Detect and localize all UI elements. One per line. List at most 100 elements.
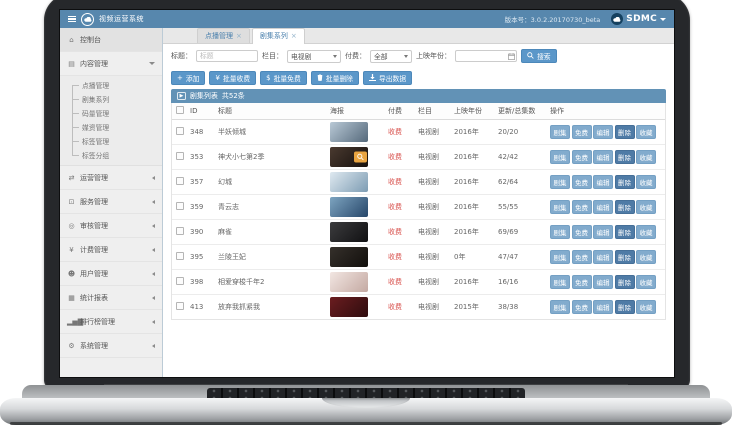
poster-thumbnail[interactable] bbox=[330, 222, 368, 242]
row-action-delete-button[interactable]: 删除 bbox=[615, 200, 635, 214]
row-action-edit-button[interactable]: 编辑 bbox=[593, 200, 613, 214]
row-action-favorite-button[interactable]: 收藏 bbox=[636, 250, 656, 264]
row-action-edit-button[interactable]: 编辑 bbox=[593, 250, 613, 264]
row-checkbox[interactable] bbox=[176, 277, 184, 285]
sidebar-item-billing[interactable]: ¥计费管理 bbox=[60, 238, 162, 262]
row-action-delete-button[interactable]: 删除 bbox=[615, 175, 635, 189]
sidebar-subitem-vod[interactable]: 点播管理 bbox=[60, 78, 162, 92]
sidebar-subitem-tags[interactable]: 标签管理 bbox=[60, 134, 162, 148]
pay-filter-select[interactable]: 全部 bbox=[370, 50, 412, 63]
row-action-episodes-button[interactable]: 剧集 bbox=[550, 150, 570, 164]
sidebar-item-label: 统计报表 bbox=[80, 293, 108, 303]
row-action-favorite-button[interactable]: 收藏 bbox=[636, 275, 656, 289]
poster-thumbnail[interactable] bbox=[330, 122, 368, 142]
tab-series[interactable]: 剧集系列× bbox=[252, 28, 305, 44]
row-action-episodes-button[interactable]: 剧集 bbox=[550, 225, 570, 239]
row-action-delete-button[interactable]: 删除 bbox=[615, 225, 635, 239]
row-action-free-button[interactable]: 免费 bbox=[572, 200, 592, 214]
row-action-favorite-button[interactable]: 收藏 bbox=[636, 150, 656, 164]
tab-vod[interactable]: 点播管理× bbox=[197, 28, 250, 43]
row-action-edit-button[interactable]: 编辑 bbox=[593, 275, 613, 289]
poster-thumbnail[interactable] bbox=[330, 147, 368, 167]
row-action-edit-button[interactable]: 编辑 bbox=[593, 300, 613, 314]
row-action-free-button[interactable]: 免费 bbox=[572, 300, 592, 314]
sidebar-subitem-tag-groups[interactable]: 标签分组 bbox=[60, 148, 162, 162]
chevron-left-icon bbox=[152, 272, 155, 276]
row-checkbox[interactable] bbox=[176, 202, 184, 210]
table-row: 353 神犬小七第2季 收费 电视剧 2016年 42/42 剧集免费编辑删除收… bbox=[172, 145, 665, 170]
row-action-edit-button[interactable]: 编辑 bbox=[593, 225, 613, 239]
row-action-delete-button[interactable]: 删除 bbox=[615, 300, 635, 314]
row-action-edit-button[interactable]: 编辑 bbox=[593, 150, 613, 164]
row-action-delete-button[interactable]: 删除 bbox=[615, 150, 635, 164]
row-id: 348 bbox=[190, 128, 218, 136]
poster-thumbnail[interactable] bbox=[330, 297, 368, 317]
title-filter-input[interactable] bbox=[196, 50, 258, 62]
sidebar-item-operations[interactable]: ⇄运营管理 bbox=[60, 166, 162, 190]
row-checkbox[interactable] bbox=[176, 252, 184, 260]
add-button[interactable]: +添加 bbox=[171, 71, 205, 85]
sidebar-subitem-series[interactable]: 剧集系列 bbox=[60, 92, 162, 106]
row-action-episodes-button[interactable]: 剧集 bbox=[550, 175, 570, 189]
row-checkbox[interactable] bbox=[176, 127, 184, 135]
zoom-overlay-icon[interactable] bbox=[354, 152, 367, 163]
row-checkbox[interactable] bbox=[176, 302, 184, 310]
row-action-favorite-button[interactable]: 收藏 bbox=[636, 200, 656, 214]
row-action-episodes-button[interactable]: 剧集 bbox=[550, 250, 570, 264]
row-action-delete-button[interactable]: 删除 bbox=[615, 125, 635, 139]
sidebar-item-content[interactable]: ▤内容管理 bbox=[60, 52, 162, 76]
sidebar-item-reports[interactable]: ▦统计报表 bbox=[60, 286, 162, 310]
poster-thumbnail[interactable] bbox=[330, 172, 368, 192]
row-action-free-button[interactable]: 免费 bbox=[572, 225, 592, 239]
row-action-episodes-button[interactable]: 剧集 bbox=[550, 300, 570, 314]
sidebar-item-audit[interactable]: ◎审核管理 bbox=[60, 214, 162, 238]
row-action-free-button[interactable]: 免费 bbox=[572, 175, 592, 189]
sidebar-subitem-volume[interactable]: 码量管理 bbox=[60, 106, 162, 120]
close-icon[interactable]: × bbox=[291, 33, 297, 40]
hamburger-menu-icon[interactable] bbox=[68, 16, 76, 23]
row-action-edit-button[interactable]: 编辑 bbox=[593, 125, 613, 139]
column-filter-select[interactable]: 电视剧 bbox=[287, 50, 341, 63]
row-action-free-button[interactable]: 免费 bbox=[572, 125, 592, 139]
row-action-favorite-button[interactable]: 收藏 bbox=[636, 175, 656, 189]
panel-count: 共52条 bbox=[222, 91, 245, 101]
row-column: 电视剧 bbox=[418, 177, 454, 187]
poster-thumbnail[interactable] bbox=[330, 197, 368, 217]
poster-thumbnail[interactable] bbox=[330, 272, 368, 292]
sidebar-subitem-label: 媒资管理 bbox=[82, 122, 109, 132]
sidebar-item-users[interactable]: ☻用户管理 bbox=[60, 262, 162, 286]
sidebar-item-console[interactable]: ⌂控制台 bbox=[60, 28, 162, 52]
batch-delete-button[interactable]: 批量删除 bbox=[311, 71, 359, 85]
sidebar-item-service[interactable]: ⊡服务管理 bbox=[60, 190, 162, 214]
row-action-delete-button[interactable]: 删除 bbox=[615, 250, 635, 264]
row-action-free-button[interactable]: 免费 bbox=[572, 250, 592, 264]
row-action-delete-button[interactable]: 删除 bbox=[615, 275, 635, 289]
row-action-edit-button[interactable]: 编辑 bbox=[593, 175, 613, 189]
close-icon[interactable]: × bbox=[236, 33, 242, 40]
account-menu[interactable]: SDMC bbox=[611, 13, 666, 25]
search-button[interactable]: 搜索 bbox=[521, 49, 557, 63]
sidebar-item-label: 排行榜管理 bbox=[80, 317, 115, 327]
row-checkbox[interactable] bbox=[176, 177, 184, 185]
row-action-episodes-button[interactable]: 剧集 bbox=[550, 200, 570, 214]
row-action-episodes-button[interactable]: 剧集 bbox=[550, 275, 570, 289]
sidebar-subitem-media-assets[interactable]: 媒资管理 bbox=[60, 120, 162, 134]
row-action-favorite-button[interactable]: 收藏 bbox=[636, 300, 656, 314]
row-action-episodes-button[interactable]: 剧集 bbox=[550, 125, 570, 139]
select-all-checkbox[interactable] bbox=[176, 106, 184, 114]
batch-charge-button[interactable]: ¥批量收费 bbox=[209, 71, 256, 85]
sidebar-item-ranking[interactable]: ▂▅▇排行榜管理 bbox=[60, 310, 162, 334]
export-data-button[interactable]: 导出数据 bbox=[363, 71, 412, 85]
row-action-free-button[interactable]: 免费 bbox=[572, 150, 592, 164]
batch-free-button[interactable]: $批量免费 bbox=[260, 71, 307, 85]
batch-delete-button-label: 批量删除 bbox=[326, 73, 353, 83]
row-action-favorite-button[interactable]: 收藏 bbox=[636, 125, 656, 139]
sidebar-item-system[interactable]: ⚙系统管理 bbox=[60, 334, 162, 358]
row-action-free-button[interactable]: 免费 bbox=[572, 275, 592, 289]
poster-thumbnail[interactable] bbox=[330, 247, 368, 267]
row-action-favorite-button[interactable]: 收藏 bbox=[636, 225, 656, 239]
search-icon bbox=[527, 52, 534, 61]
row-checkbox[interactable] bbox=[176, 227, 184, 235]
calendar-icon[interactable] bbox=[508, 53, 515, 60]
row-checkbox[interactable] bbox=[176, 152, 184, 160]
